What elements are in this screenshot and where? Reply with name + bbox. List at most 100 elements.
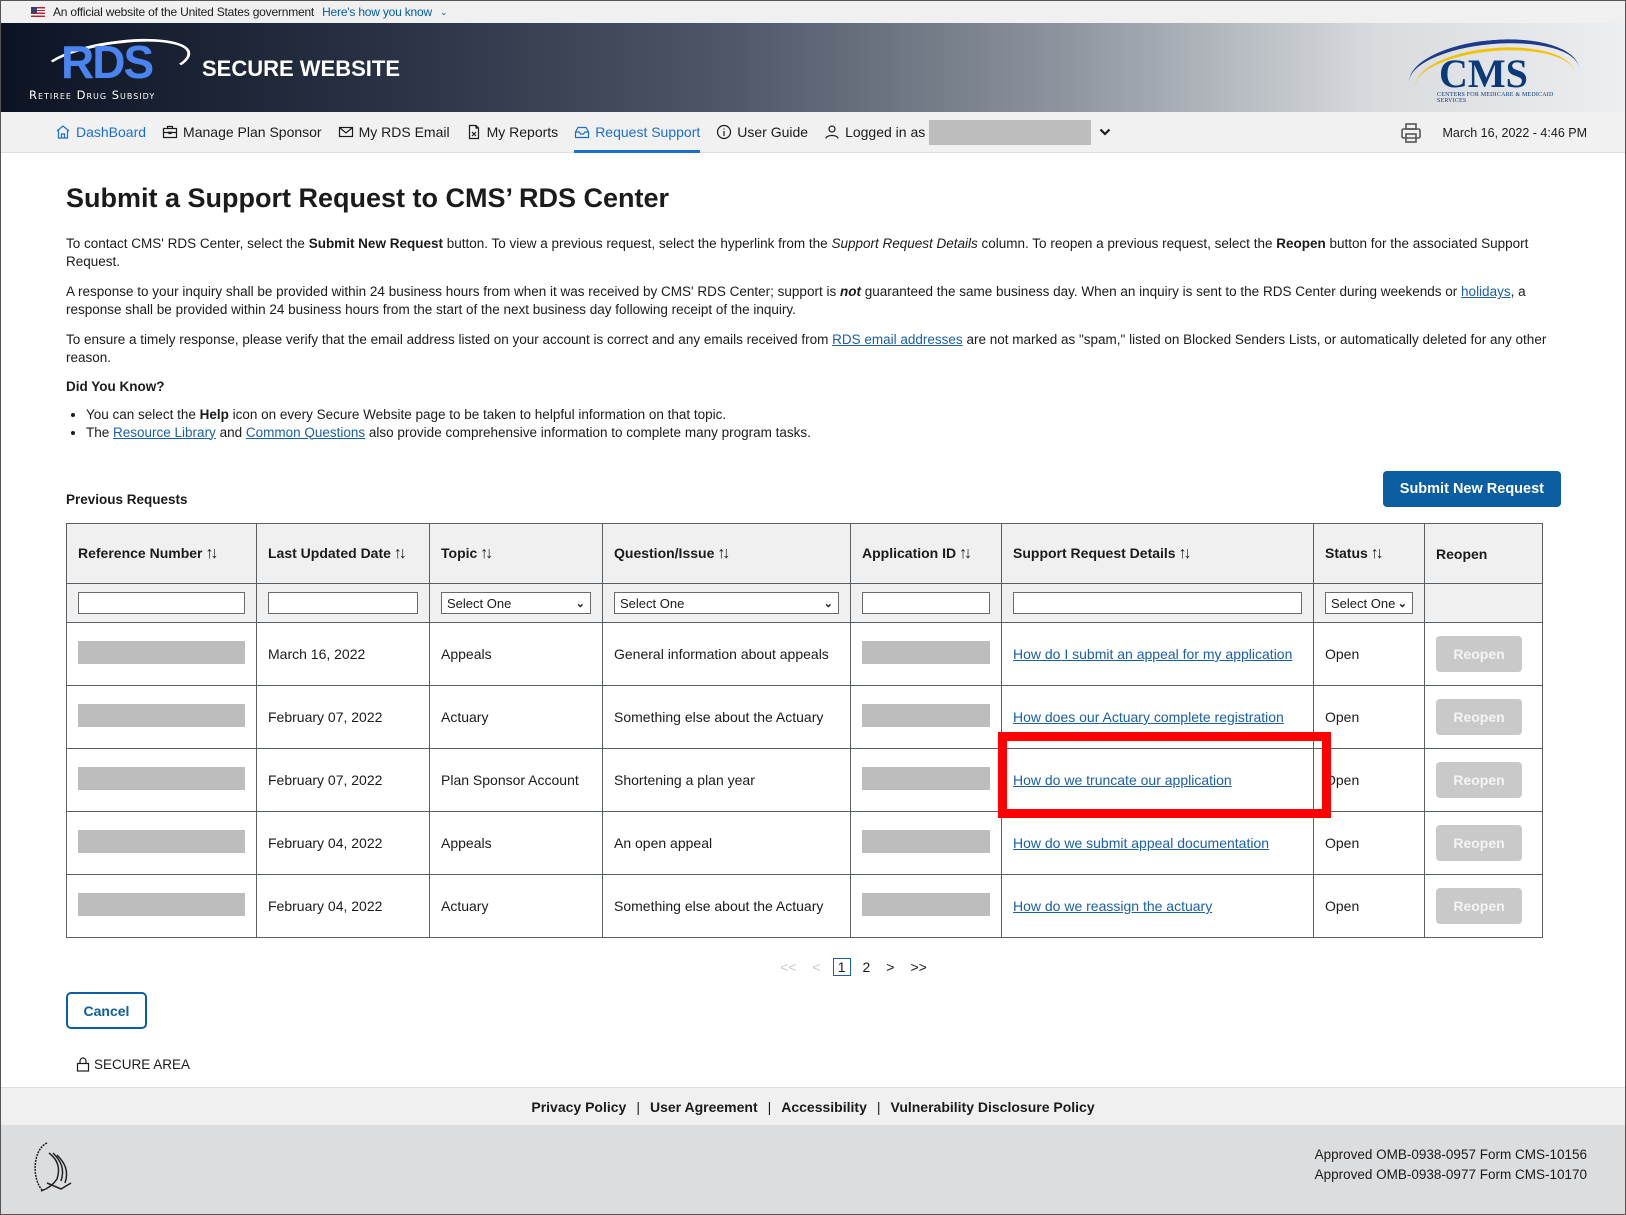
question-cell: An open appeal (602, 811, 851, 875)
filter-cell: Select One ⌄ (429, 583, 603, 623)
support-request-details-link[interactable]: How do we truncate our application (1013, 772, 1232, 788)
question-cell: Something else about the Actuary (602, 874, 851, 938)
nav-dashboard-label: DashBoard (76, 124, 147, 140)
bold-text: Help (199, 407, 229, 422)
user-menu-chevron-icon[interactable] (1099, 124, 1111, 140)
date-cell: February 07, 2022 (256, 748, 430, 812)
sort-icon[interactable]: ↑↓ (480, 545, 493, 562)
reopen-button[interactable]: Reopen (1436, 888, 1522, 924)
rds-email-addresses-link[interactable]: RDS email addresses (832, 332, 963, 347)
reopen-cell: Reopen (1424, 622, 1543, 686)
filter-topic-select[interactable]: Select One ⌄ (441, 592, 591, 614)
inbox-icon (574, 124, 590, 140)
question-cell: Something else about the Actuary (602, 685, 851, 749)
first-page-button[interactable]: << (780, 959, 796, 975)
sort-icon[interactable]: ↑↓ (1371, 545, 1384, 562)
support-request-details-link[interactable]: How does our Actuary complete registrati… (1013, 709, 1284, 725)
col-application-id[interactable]: Application ID ↑↓ (850, 523, 1002, 584)
cms-logo: CMS CENTERS FOR MEDICARE & MEDICAID SERV… (1406, 32, 1582, 119)
filter-status-select[interactable]: Select One ⌄ (1325, 592, 1413, 614)
accessibility-link[interactable]: Accessibility (781, 1099, 867, 1115)
sort-icon[interactable]: ↑↓ (394, 545, 407, 562)
page-2-button[interactable]: 2 (863, 959, 871, 975)
site-header: RDS Retiree Drug Subsidy SECURE WEBSITE … (1, 23, 1625, 119)
user-agreement-link[interactable]: User Agreement (650, 1099, 758, 1115)
chevron-down-icon: ⌄ (1397, 597, 1407, 610)
column-label: Topic (441, 544, 478, 561)
filter-last-updated-date-input[interactable] (268, 592, 418, 614)
nav-request-support[interactable]: Request Support (574, 112, 701, 153)
col-question-issue[interactable]: Question/Issue ↑↓ (602, 523, 851, 584)
nav-my-rds-email[interactable]: My RDS Email (338, 112, 450, 153)
col-support-request-details[interactable]: Support Request Details ↑↓ (1001, 523, 1314, 584)
reopen-button[interactable]: Reopen (1436, 699, 1522, 735)
gov-banner-text: An official website of the United States… (53, 5, 315, 19)
next-page-button[interactable]: > (886, 959, 894, 975)
sort-icon[interactable]: ↑↓ (1179, 545, 1192, 562)
cms-logo-word: CMS (1439, 51, 1528, 96)
footer-bottom: Approved OMB-0938-0957 Form CMS-10156 Ap… (1, 1125, 1625, 1214)
col-reference-number[interactable]: Reference Number ↑↓ (66, 523, 257, 584)
text: and (215, 424, 246, 440)
nav-manage-plan-sponsor[interactable]: Manage Plan Sponsor (162, 112, 322, 153)
sort-icon[interactable]: ↑↓ (959, 545, 972, 562)
support-request-details-link[interactable]: How do we submit appeal documentation (1013, 835, 1269, 851)
redacted-application-id (862, 767, 990, 790)
common-questions-link[interactable]: Common Questions (246, 425, 365, 440)
date-cell: February 07, 2022 (256, 685, 430, 749)
page-1-button[interactable]: 1 (832, 958, 851, 976)
cancel-button[interactable]: Cancel (66, 992, 147, 1029)
prev-page-button[interactable]: < (813, 959, 821, 975)
reference-number-cell (66, 874, 257, 938)
nav-dashboard[interactable]: DashBoard (55, 112, 146, 153)
status-cell: Open (1313, 748, 1425, 812)
col-status[interactable]: Status ↑↓ (1313, 523, 1425, 584)
column-label: Status (1325, 544, 1368, 561)
support-request-details-link[interactable]: How do we reassign the actuary (1013, 898, 1212, 914)
print-icon[interactable] (1400, 122, 1422, 144)
details-cell: How do we submit appeal documentation (1001, 811, 1314, 875)
nav-logged-in-user[interactable]: Logged in as (824, 112, 1111, 153)
details-cell: How do we truncate our application (1001, 748, 1314, 812)
nav-my-reports[interactable]: My Reports (466, 112, 558, 153)
holidays-link[interactable]: holidays (1461, 284, 1511, 299)
filter-cell (256, 583, 430, 623)
filter-question-issue-select[interactable]: Select One ⌄ (614, 592, 839, 614)
last-page-button[interactable]: >> (910, 959, 926, 975)
text: icon on every Secure Website page to be … (228, 407, 727, 422)
submit-new-request-button[interactable]: Submit New Request (1382, 471, 1561, 507)
filter-reference-number-input[interactable] (78, 592, 245, 614)
gov-banner: An official website of the United States… (1, 1, 1625, 23)
rds-logo[interactable]: RDS Retiree Drug Subsidy (29, 30, 199, 109)
omb-approval-line: Approved OMB-0938-0977 Form CMS-10170 (1314, 1167, 1587, 1182)
reopen-button[interactable]: Reopen (1436, 636, 1522, 672)
details-cell: How do we reassign the actuary (1001, 874, 1314, 938)
filter-application-id-input[interactable] (862, 592, 990, 614)
col-topic[interactable]: Topic ↑↓ (429, 523, 603, 584)
sort-icon[interactable]: ↑↓ (717, 545, 730, 562)
vulnerability-disclosure-policy-link[interactable]: Vulnerability Disclosure Policy (891, 1099, 1095, 1115)
filter-cell: Select One ⌄ (1313, 583, 1425, 623)
filter-support-request-details-input[interactable] (1013, 592, 1302, 614)
omb-approval-line: Approved OMB-0938-0957 Form CMS-10156 (1314, 1147, 1587, 1162)
heres-how-you-know-link[interactable]: Here's how you know (322, 5, 432, 19)
column-label: Support Request Details (1013, 544, 1176, 561)
nav-user-guide[interactable]: User Guide (716, 112, 808, 153)
privacy-policy-link[interactable]: Privacy Policy (531, 1099, 626, 1115)
col-reopen: Reopen (1424, 523, 1543, 584)
text: guaranteed the same business day. When a… (860, 284, 1462, 299)
application-id-cell (850, 874, 1002, 938)
resource-library-link[interactable]: Resource Library (113, 425, 216, 440)
reopen-button[interactable]: Reopen (1436, 762, 1522, 798)
intro-paragraph-1: To contact CMS' RDS Center, select the S… (66, 235, 1561, 270)
current-datetime: March 16, 2022 - 4:46 PM (1442, 125, 1587, 140)
col-last-updated-date[interactable]: Last Updated Date ↑↓ (256, 523, 430, 584)
application-id-cell (850, 811, 1002, 875)
bold-italic-text: not (839, 284, 861, 299)
chevron-down-icon[interactable]: ⌄ (440, 7, 448, 18)
support-request-details-link[interactable]: How do I submit an appeal for my applica… (1013, 646, 1292, 662)
sort-icon[interactable]: ↑↓ (206, 545, 219, 562)
omb-approvals: Approved OMB-0938-0957 Form CMS-10156 Ap… (1315, 1145, 1587, 1185)
table-row: February 04, 2022 Actuary Something else… (66, 874, 1543, 938)
reopen-button[interactable]: Reopen (1436, 825, 1522, 861)
